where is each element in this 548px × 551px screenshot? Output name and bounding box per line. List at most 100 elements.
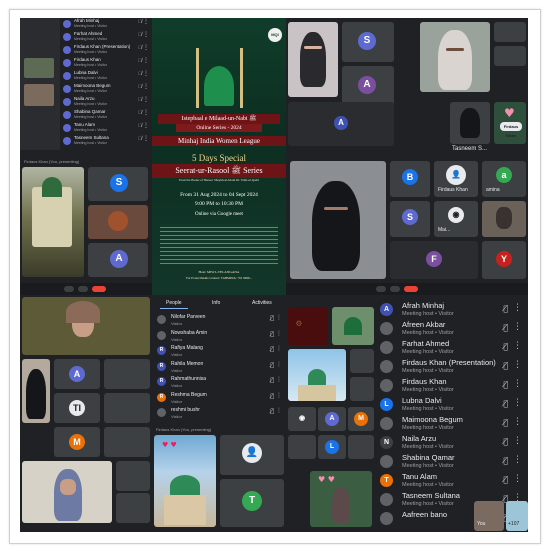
people-list-item[interactable]: R Reshma Begum Visitor 🎙̸ ⋮ [152,391,286,406]
more-options-icon[interactable]: ⋮ [513,303,522,313]
more-options-icon[interactable]: ⋮ [276,392,282,399]
more-options-icon[interactable]: ⋮ [276,407,282,414]
mic-off-icon[interactable]: 🎙̸ [503,456,508,465]
more-options-icon[interactable]: ⋮ [276,345,282,352]
mic-off-icon[interactable]: 🎙̸ [138,84,142,90]
topleft-list-item[interactable]: Firdaus Khan (Presentation) Meeting host … [60,44,152,57]
topleft-list-item[interactable]: Farhat Ahmed Meeting host • Visitor 🎙̸ ⋮ [60,31,152,44]
more-options-icon[interactable]: ⋮ [276,361,282,368]
extra-participants-tile[interactable]: +107 [506,501,528,531]
participant-name: Tanu Alam [74,122,96,127]
more-options-icon[interactable]: ⋮ [513,417,522,427]
more-options-icon[interactable]: ⋮ [513,474,522,484]
mic-off-icon[interactable]: 🎙̸ [138,71,142,77]
avatar: N [380,436,393,449]
mic-off-icon[interactable]: 🎙̸ [138,110,142,116]
mic-off-icon[interactable]: 🎙̸ [503,418,508,427]
more-options-icon[interactable]: ⋮ [143,122,149,129]
more-options-icon[interactable]: ⋮ [143,135,149,142]
mic-off-icon[interactable]: 🎙̸ [503,342,508,351]
more-options-icon[interactable]: ⋮ [143,31,149,38]
people-list-item[interactable]: R Rahmathunnisa Visitor 🎙̸ ⋮ [152,375,286,390]
host-list-item[interactable]: Firdaus Khan (Presentation) Meeting host … [376,358,528,378]
mic-off-icon[interactable]: 🎙̸ [138,45,142,51]
mic-off-icon[interactable]: 🎙̸ [270,408,274,415]
mic-off-icon[interactable]: 🎙̸ [270,315,274,322]
participant-role: Meeting host • Visitor [402,330,454,336]
topleft-list-item[interactable]: Afrah Minhaj Meeting host • Visitor 🎙̸ ⋮ [60,18,152,31]
tab-info[interactable]: Info [212,300,220,306]
avatar [380,455,393,468]
more-options-icon[interactable]: ⋮ [276,314,282,321]
people-list-item[interactable]: reshmi bushr Visitor 🎙̸ ⋮ [152,406,286,421]
more-options-icon[interactable]: ⋮ [143,18,149,25]
people-list-item[interactable]: Nilofar Parveen Visitor 🎙̸ ⋮ [152,313,286,328]
mic-off-icon[interactable]: 🎙̸ [270,331,274,338]
mic-off-icon[interactable]: 🎙̸ [138,32,142,38]
host-list-item[interactable]: Firdaus Khan Meeting host • Visitor 🎙̸ ⋮ [376,377,528,397]
more-options-icon[interactable]: ⋮ [143,70,149,77]
mic-off-icon[interactable]: 🎙̸ [270,346,274,353]
tile-avatar-s: S [390,201,430,237]
more-options-icon[interactable]: ⋮ [143,57,149,64]
topleft-list-item[interactable]: Shabina Qamar Meeting host • Visitor 🎙̸ ⋮ [60,109,152,122]
host-list-item[interactable]: Farhat Ahmed Meeting host • Visitor 🎙̸ ⋮ [376,339,528,359]
topleft-list-item[interactable]: Tasneem Sultana Meeting host • Visitor 🎙̸ ⋮ [60,135,152,148]
more-options-icon[interactable]: ⋮ [513,436,522,446]
mic-off-icon[interactable]: 🎙̸ [503,399,508,408]
host-list-item[interactable]: Shabina Qamar Meeting host • Visitor 🎙̸ ⋮ [376,453,528,473]
mic-off-icon[interactable]: 🎙̸ [138,136,142,142]
host-list-item[interactable]: N Naila Arzu Meeting host • Visitor 🎙̸ ⋮ [376,434,528,454]
mic-off-icon[interactable]: 🎙̸ [138,123,142,129]
host-list-item[interactable]: A Afrah Minhaj Meeting host • Visitor 🎙̸ ⋮ [376,301,528,321]
mic-off-icon[interactable]: 🎙̸ [270,362,274,369]
mic-off-icon[interactable]: 🎙̸ [270,377,274,384]
tile-avatar-y: Y [482,241,526,279]
people-list-item[interactable]: Nowshaba Amin Visitor 🎙̸ ⋮ [152,329,286,344]
more-options-icon[interactable]: ⋮ [513,341,522,351]
more-options-icon[interactable]: ⋮ [513,322,522,332]
more-options-icon[interactable]: ⋮ [513,379,522,389]
topleft-list-item[interactable]: Maimoona Begum Meeting host • Visitor 🎙̸ ⋮ [60,83,152,96]
mic-off-icon[interactable]: 🎙̸ [138,19,142,25]
more-options-icon[interactable]: ⋮ [143,96,149,103]
mic-off-icon[interactable]: 🎙̸ [503,380,508,389]
mic-off-icon[interactable]: 🎙̸ [270,393,274,400]
tab-activities[interactable]: Activities [252,300,272,306]
host-list-item[interactable]: Maimoona Begum Meeting host • Visitor 🎙̸ ⋮ [376,415,528,435]
more-options-icon[interactable]: ⋮ [276,330,282,337]
mic-off-icon[interactable]: 🎙̸ [138,58,142,64]
mic-off-icon[interactable]: 🎙̸ [503,475,508,484]
topleft-list-item[interactable]: Firdaus Khan Meeting host • Visitor 🎙̸ ⋮ [60,57,152,70]
avatar [380,512,393,525]
more-options-icon[interactable]: ⋮ [513,360,522,370]
mic-off-icon[interactable]: 🎙̸ [138,97,142,103]
host-list-item[interactable]: L Lubna Dalvi Meeting host • Visitor 🎙̸ ⋮ [376,396,528,416]
tile-av-row-1: ◉ [288,407,316,431]
host-list-item[interactable]: T Tanu Alam Meeting host • Visitor 🎙̸ ⋮ [376,472,528,492]
special-title: 5 Days Special [192,153,246,163]
more-options-icon[interactable]: ⋮ [276,376,282,383]
tile-sm-b [350,377,374,401]
participant-name: Rafiya Malang [171,345,203,351]
people-list-item[interactable]: R Rahila Memon Visitor 🎙̸ ⋮ [152,360,286,375]
more-options-icon[interactable]: ⋮ [143,83,149,90]
tab-people[interactable]: People [166,300,182,306]
topleft-list-item[interactable]: Naila Arzu Meeting host • Visitor 🎙̸ ⋮ [60,96,152,109]
more-options-icon[interactable]: ⋮ [513,455,522,465]
people-list-item[interactable]: R Rafiya Malang Visitor 🎙̸ ⋮ [152,344,286,359]
mic-off-icon[interactable]: 🎙̸ [503,323,508,332]
more-options-icon[interactable]: ⋮ [143,109,149,116]
more-options-icon[interactable]: ⋮ [143,44,149,51]
more-options-icon[interactable]: ⋮ [513,398,522,408]
topleft-list-item[interactable]: Lubna Dalvi Meeting host • Visitor 🎙̸ ⋮ [60,70,152,83]
host-list-item[interactable]: Afreen Akbar Meeting host • Visitor 🎙̸ ⋮ [376,320,528,340]
mic-off-icon[interactable]: 🎙̸ [503,304,508,313]
topleft-list-item[interactable]: Tanu Alam Meeting host • Visitor 🎙̸ ⋮ [60,122,152,135]
participant-role: Meeting host • Visitor [74,76,107,80]
participant-role: Meeting host • Visitor [402,463,454,469]
participant-name: Afrah Minhaj [74,18,100,23]
mic-off-icon[interactable]: 🎙̸ [503,437,508,446]
mic-off-icon[interactable]: 🎙̸ [503,361,508,370]
tile-strip-2 [494,46,526,66]
